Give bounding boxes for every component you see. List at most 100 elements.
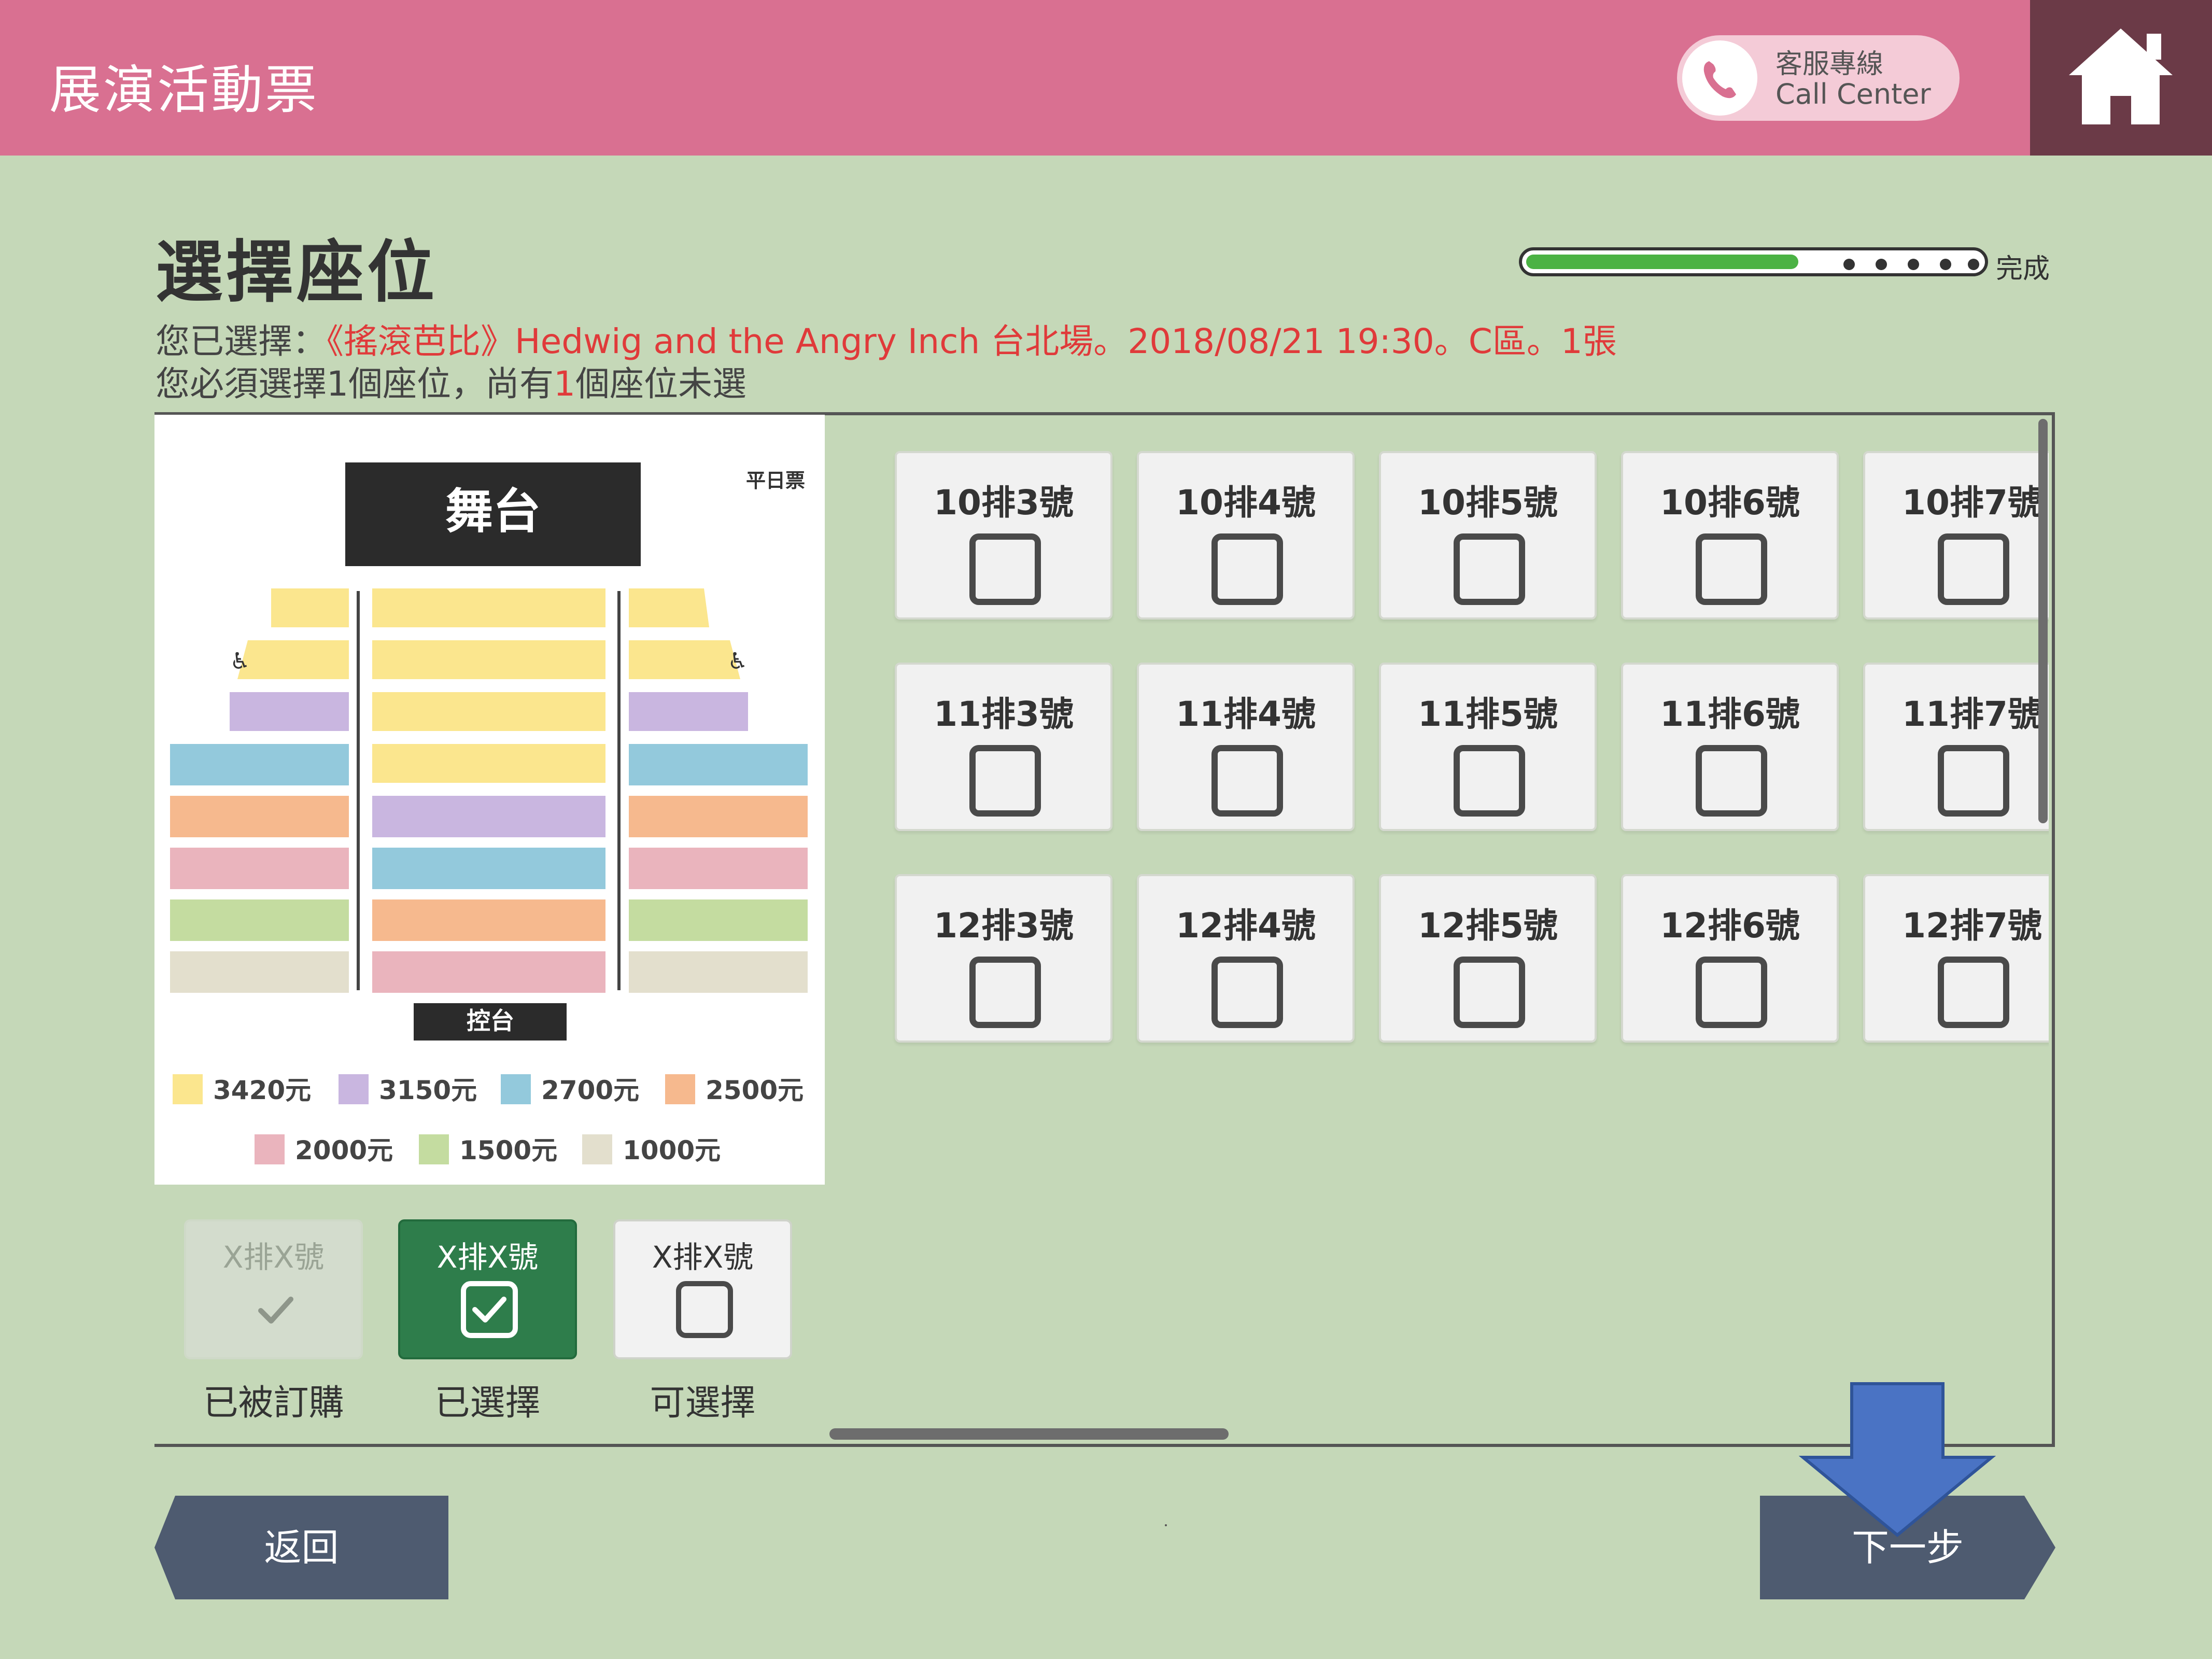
control-label: 控台 bbox=[467, 1007, 514, 1035]
seat-label: 12排7號 bbox=[1902, 906, 2042, 946]
home-button[interactable] bbox=[2030, 0, 2212, 156]
progress-step-dot bbox=[1876, 259, 1887, 270]
seat-label: 11排3號 bbox=[934, 694, 1074, 734]
seat-label: 10排6號 bbox=[1660, 483, 1800, 523]
seat-checkbox[interactable] bbox=[1696, 745, 1767, 817]
state-available-caption: 可選擇 bbox=[650, 1383, 756, 1424]
seat-button[interactable]: 11排4號 bbox=[1137, 663, 1355, 831]
call-center-label-en: Call Center bbox=[1776, 78, 1931, 110]
frame-border bbox=[2052, 412, 2055, 1447]
checked-box-icon bbox=[461, 1281, 518, 1338]
state-selected-sample: X排X號 bbox=[398, 1219, 577, 1359]
seat-button[interactable]: 11排7號 bbox=[1863, 663, 2049, 831]
progress-step-dot bbox=[1968, 259, 1979, 270]
seat-checkbox[interactable] bbox=[1454, 745, 1525, 817]
seat-label: 10排5號 bbox=[1418, 483, 1558, 523]
call-center-label-zh: 客服專線 bbox=[1776, 49, 1884, 80]
price-legend: 3420元 3150元 2700元 2500元 2000元 1500元 1000元 bbox=[173, 1074, 804, 1165]
seat-button[interactable]: 10排5號 bbox=[1379, 451, 1597, 620]
seat-button[interactable]: 10排4號 bbox=[1137, 451, 1355, 620]
seat-checkbox[interactable] bbox=[969, 533, 1041, 605]
seat-button[interactable]: 12排4號 bbox=[1137, 874, 1355, 1043]
divider-dot bbox=[1165, 1524, 1167, 1526]
seat-button[interactable]: 11排3號 bbox=[895, 663, 1112, 831]
price-swatch bbox=[501, 1074, 531, 1104]
seat-checkbox[interactable] bbox=[1454, 533, 1525, 605]
price-swatch bbox=[419, 1134, 449, 1164]
seat-button[interactable]: 12排5號 bbox=[1379, 874, 1597, 1043]
price-label: 3150元 bbox=[379, 1075, 477, 1105]
app-title: 展演活動票 bbox=[49, 60, 319, 120]
progress-step-dot bbox=[1908, 259, 1919, 270]
seat-checkbox[interactable] bbox=[1938, 957, 2009, 1028]
state-booked-text: X排X號 bbox=[222, 1240, 325, 1275]
seat-button[interactable]: 12排6號 bbox=[1621, 874, 1839, 1043]
seat-button[interactable]: 11排5號 bbox=[1379, 663, 1597, 831]
seat-label: 11排7號 bbox=[1902, 694, 2042, 734]
seat-label: 11排6號 bbox=[1660, 694, 1800, 734]
seat-checkbox[interactable] bbox=[969, 957, 1041, 1028]
seat-grid: 10排3號 10排4號 10排5號 10排6號 10排7號 11排3號 11排4號 11排5號… bbox=[881, 415, 2049, 1058]
remaining-count: 1 bbox=[554, 364, 575, 404]
seat-checkbox[interactable] bbox=[1454, 957, 1525, 1028]
price-swatch bbox=[665, 1074, 695, 1104]
price-label: 3420元 bbox=[213, 1075, 311, 1105]
seat-button[interactable]: 10排3號 bbox=[895, 451, 1112, 620]
frame-border bbox=[154, 1444, 2055, 1447]
svg-text:♿: ♿ bbox=[230, 648, 250, 674]
empty-box-icon bbox=[676, 1281, 733, 1338]
price-label: 1500元 bbox=[459, 1135, 557, 1165]
seat-label: 12排3號 bbox=[934, 906, 1074, 946]
progress-step-dot bbox=[1940, 259, 1951, 270]
seat-checkbox[interactable] bbox=[1211, 957, 1283, 1028]
seat-button[interactable]: 12排3號 bbox=[895, 874, 1112, 1043]
call-center-button[interactable]: 客服專線 Call Center bbox=[1677, 35, 1960, 121]
requirement-part2: 個座位未選 bbox=[575, 364, 746, 404]
stage-label: 舞台 bbox=[445, 484, 541, 539]
price-swatch bbox=[339, 1074, 369, 1104]
state-available-sample: X排X號 bbox=[613, 1219, 792, 1359]
seat-checkbox[interactable] bbox=[1938, 533, 2009, 605]
vertical-scrollbar[interactable] bbox=[2038, 419, 2048, 823]
seat-checkbox[interactable] bbox=[969, 745, 1041, 817]
progress-bar bbox=[1519, 247, 1988, 276]
seat-checkbox[interactable] bbox=[1696, 533, 1767, 605]
price-label: 1000元 bbox=[623, 1135, 721, 1165]
requirement-text: 您必須選擇1個座位，尚有1個座位未選 bbox=[156, 356, 746, 406]
seat-label: 11排4號 bbox=[1176, 694, 1316, 734]
state-selected-text: X排X號 bbox=[436, 1240, 539, 1275]
seat-label: 10排4號 bbox=[1176, 483, 1316, 523]
price-label: 2000元 bbox=[295, 1135, 393, 1165]
progress-step-dot bbox=[1843, 259, 1855, 270]
seat-checkbox[interactable] bbox=[1211, 745, 1283, 817]
check-icon bbox=[258, 1297, 293, 1324]
price-swatch bbox=[582, 1134, 612, 1164]
price-swatch bbox=[173, 1074, 203, 1104]
price-label: 2700元 bbox=[541, 1075, 639, 1105]
price-label: 2500元 bbox=[706, 1075, 804, 1105]
svg-text:♿: ♿ bbox=[727, 648, 748, 674]
seat-button[interactable]: 11排6號 bbox=[1621, 663, 1839, 831]
seat-button[interactable]: 10排6號 bbox=[1621, 451, 1839, 620]
state-selected-caption: 已選擇 bbox=[434, 1383, 541, 1424]
state-booked-caption: 已被訂購 bbox=[203, 1383, 344, 1424]
seat-label: 10排3號 bbox=[934, 483, 1074, 523]
seat-checkbox[interactable] bbox=[1938, 745, 2009, 817]
horizontal-scrollbar[interactable] bbox=[829, 1428, 1229, 1440]
seat-map: 舞台 平日票 ♿ ♿ 控台 3420元 3150元 2700元 2500元 20… bbox=[154, 415, 825, 1185]
seat-checkbox[interactable] bbox=[1211, 533, 1283, 605]
seat-button[interactable]: 12排7號 bbox=[1863, 874, 2049, 1043]
selection-detail: 《搖滾芭比》Hedwig and the Angry Inch 台北場。2018… bbox=[327, 321, 1617, 361]
state-booked-sample: X排X號 bbox=[184, 1219, 363, 1359]
down-arrow-icon bbox=[1799, 1382, 1996, 1537]
back-button[interactable]: 返回 bbox=[154, 1496, 448, 1599]
seat-label: 12排6號 bbox=[1660, 906, 1800, 946]
seat-button[interactable]: 10排7號 bbox=[1863, 451, 2049, 620]
progress-fill bbox=[1526, 255, 1798, 269]
state-available-text: X排X號 bbox=[652, 1240, 754, 1275]
price-swatch bbox=[255, 1134, 285, 1164]
requirement-part1: 您必須選擇1個座位，尚有 bbox=[156, 364, 554, 404]
seat-checkbox[interactable] bbox=[1696, 957, 1767, 1028]
weekday-label: 平日票 bbox=[746, 469, 805, 492]
selection-prefix: 您已選擇： bbox=[156, 321, 327, 361]
